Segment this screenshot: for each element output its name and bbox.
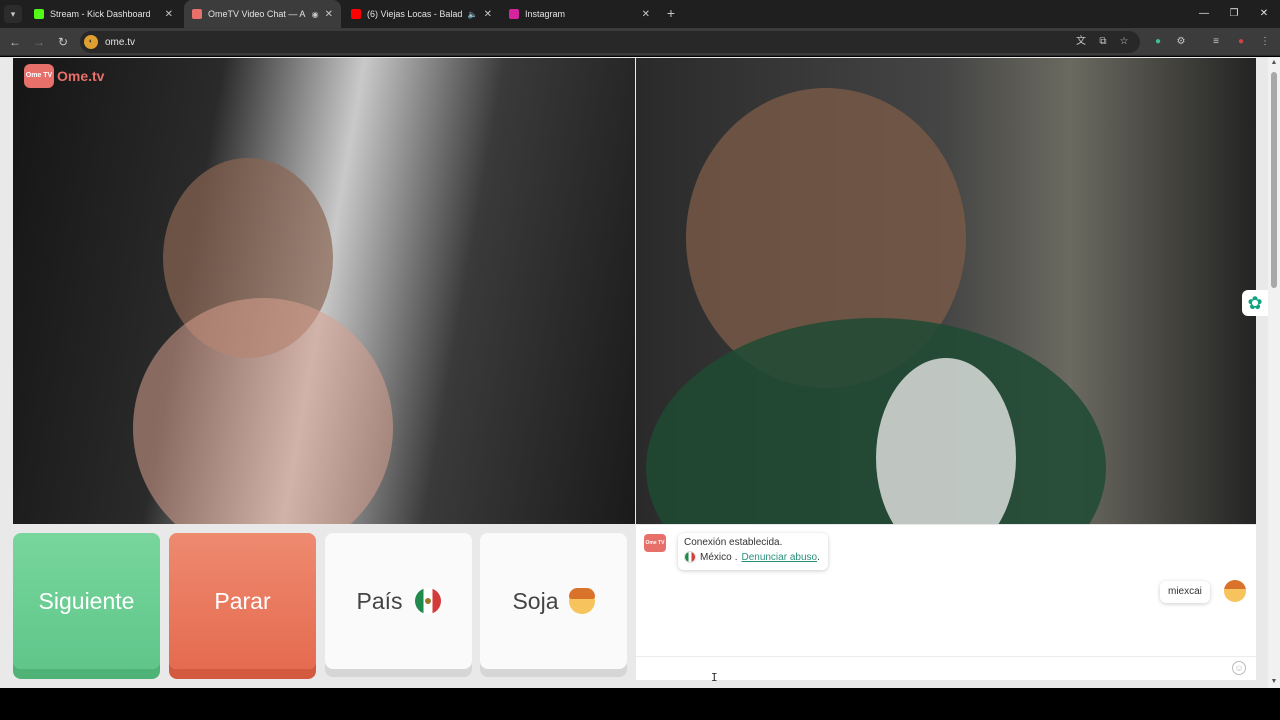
next-button[interactable]: Siguiente: [13, 533, 160, 669]
tab-strip: ▾ Stream - Kick Dashboard ✕ OmeTV Video …: [0, 0, 1280, 28]
mexico-flag-icon: [684, 551, 696, 563]
gender-filter-button[interactable]: Soja: [480, 533, 627, 669]
youtube-icon: [351, 9, 361, 19]
close-icon[interactable]: ✕: [642, 9, 650, 20]
page-scrollbar[interactable]: ▲ ▼: [1268, 57, 1280, 688]
emoji-icon[interactable]: ☺: [1232, 661, 1246, 675]
kick-icon: [34, 9, 44, 19]
chatgpt-extension-icon[interactable]: ✿: [1242, 290, 1268, 316]
tab-kick[interactable]: Stream - Kick Dashboard ✕: [26, 0, 181, 28]
ometv-logo[interactable]: Ome TV Ome.tv: [24, 64, 104, 88]
scroll-up-icon[interactable]: ▲: [1268, 57, 1280, 69]
close-icon[interactable]: ✕: [484, 9, 492, 20]
menu-kebab-icon[interactable]: ⋮: [1257, 34, 1273, 50]
install-app-icon[interactable]: ⧉: [1095, 34, 1111, 50]
ometv-page: Ome TV Ome.tv ✿ ▲ ▼ Siguiente Parar País…: [0, 57, 1280, 688]
partner-video: Ome TV Ome.tv: [13, 58, 635, 524]
scroll-thumb[interactable]: [1271, 72, 1277, 288]
forward-icon[interactable]: →: [30, 33, 48, 51]
logo-text: Ome.tv: [57, 68, 105, 84]
new-tab-button[interactable]: +: [663, 5, 679, 21]
tab-title: Stream - Kick Dashboard: [50, 9, 151, 19]
gender-button-label: Soja: [512, 587, 559, 614]
back-icon[interactable]: ←: [6, 33, 24, 51]
extensions-puzzle-icon[interactable]: ⚙: [1173, 34, 1189, 50]
period: .: [817, 551, 820, 563]
my-chat-message: miexcai: [1160, 581, 1210, 603]
browser-toolbar: ← → ↻ ◐ ome.tv 文 ⧉ ☆ ● ⚙ ≡ ● ⋮: [0, 28, 1280, 56]
recording-icon: ◉: [311, 9, 319, 19]
self-shirt: [646, 318, 1106, 524]
profile-avatar-icon[interactable]: ●: [1233, 34, 1249, 50]
reload-icon[interactable]: ↻: [54, 33, 72, 51]
tab-title: OmeTV Video Chat — Alte: [208, 9, 306, 19]
site-info-icon[interactable]: ◐: [84, 35, 98, 49]
bookmark-star-icon[interactable]: ☆: [1116, 34, 1132, 50]
extension-green-icon[interactable]: ●: [1150, 34, 1166, 50]
close-window-icon[interactable]: ✕: [1248, 0, 1280, 28]
chat-system-avatar: Ome TV: [644, 534, 666, 552]
separator: .: [734, 551, 738, 563]
boy-face-icon: [568, 588, 595, 614]
url-text: ome.tv: [105, 36, 136, 48]
my-video: [636, 58, 1256, 524]
logo-box: Ome TV: [24, 64, 54, 88]
report-abuse-link[interactable]: Denunciar abuso: [741, 552, 817, 563]
minimize-icon[interactable]: —: [1188, 0, 1220, 28]
tab-title: Instagram: [525, 9, 566, 19]
tab-title: (6) Viejas Locas - Balada Pa: [367, 9, 462, 19]
close-icon[interactable]: ✕: [165, 9, 173, 20]
country-filter-button[interactable]: País: [325, 533, 472, 669]
chat-panel: Ome TV Conexión establecida. México . De…: [636, 525, 1256, 680]
bottom-bar: [0, 688, 1280, 720]
media-control-icon[interactable]: ≡: [1208, 34, 1224, 50]
next-button-label: Siguiente: [38, 587, 135, 614]
tab-search-button[interactable]: ▾: [4, 5, 22, 23]
partner-shirt: [133, 298, 393, 524]
system-message: Conexión establecida. México . Denunciar…: [678, 533, 828, 570]
mexico-flag-icon: [414, 588, 441, 614]
tab-youtube[interactable]: (6) Viejas Locas - Balada Pa 🔈 ✕: [343, 0, 500, 28]
stop-button-label: Parar: [214, 587, 271, 614]
scroll-down-icon[interactable]: ▼: [1268, 676, 1280, 688]
audio-icon[interactable]: 🔈: [468, 10, 478, 19]
stop-button[interactable]: Parar: [169, 533, 316, 669]
tab-instagram[interactable]: Instagram ✕: [501, 0, 658, 28]
ometv-icon: [192, 9, 202, 19]
my-avatar-icon: [1224, 580, 1246, 602]
chat-message-input[interactable]: [636, 656, 1256, 680]
partner-country: México: [700, 551, 732, 563]
restore-icon[interactable]: ❐: [1218, 0, 1250, 28]
system-message-text: Conexión establecida.: [684, 537, 783, 548]
address-bar[interactable]: ◐ ome.tv: [80, 31, 1140, 53]
instagram-icon: [509, 9, 519, 19]
country-button-label: País: [356, 587, 403, 614]
tab-ometv[interactable]: OmeTV Video Chat — Alte ◉ ✕: [184, 0, 341, 28]
close-icon[interactable]: ✕: [325, 9, 333, 20]
text-cursor-icon: I: [711, 671, 718, 684]
translate-icon[interactable]: 文: [1073, 34, 1089, 50]
